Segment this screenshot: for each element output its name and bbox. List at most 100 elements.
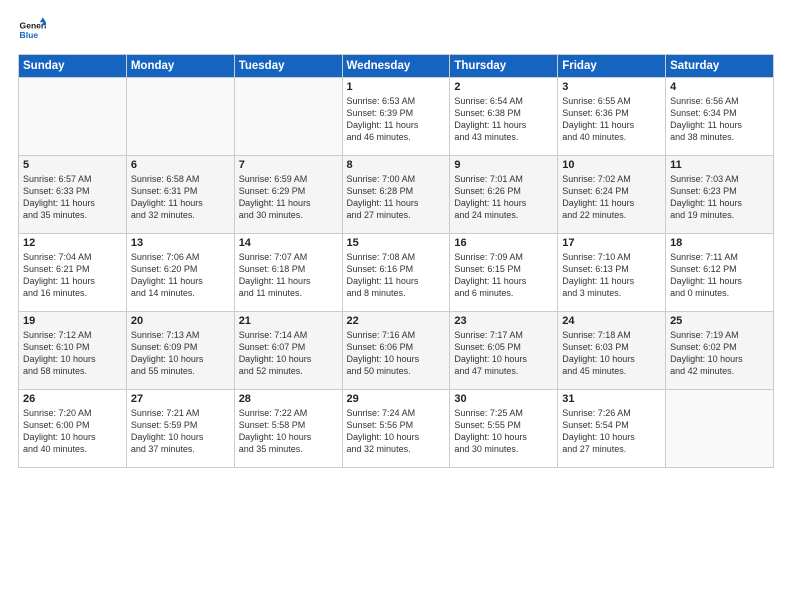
svg-text:Blue: Blue [20, 30, 39, 40]
day-info: Sunrise: 7:06 AM Sunset: 6:20 PM Dayligh… [131, 251, 230, 300]
day-info: Sunrise: 7:14 AM Sunset: 6:07 PM Dayligh… [239, 329, 338, 378]
calendar-cell: 28 Sunrise: 7:22 AM Sunset: 5:58 PM Dayli… [234, 390, 342, 468]
calendar-cell: 29 Sunrise: 7:24 AM Sunset: 5:56 PM Dayli… [342, 390, 450, 468]
calendar-cell: 5 Sunrise: 6:57 AM Sunset: 6:33 PM Daylig… [19, 156, 127, 234]
day-number: 26 [23, 393, 122, 405]
calendar-cell: 6 Sunrise: 6:58 AM Sunset: 6:31 PM Daylig… [126, 156, 234, 234]
day-number: 21 [239, 315, 338, 327]
day-info: Sunrise: 7:21 AM Sunset: 5:59 PM Dayligh… [131, 407, 230, 456]
calendar-cell: 3Sunrise: 6:55 AM Sunset: 6:36 PM Daylig… [558, 78, 666, 156]
day-info: Sunrise: 7:22 AM Sunset: 5:58 PM Dayligh… [239, 407, 338, 456]
day-number: 10 [562, 159, 661, 171]
day-number: 8 [347, 159, 446, 171]
day-info: Sunrise: 6:57 AM Sunset: 6:33 PM Dayligh… [23, 173, 122, 222]
day-number: 22 [347, 315, 446, 327]
day-number: 31 [562, 393, 661, 405]
calendar-cell [126, 78, 234, 156]
day-number: 17 [562, 237, 661, 249]
calendar-cell: 2 Sunrise: 6:54 AM Sunset: 6:38 PM Daylig… [450, 78, 558, 156]
day-number: 4 [670, 81, 769, 93]
calendar-cell [234, 78, 342, 156]
day-number: 5 [23, 159, 122, 171]
day-info: Sunrise: 6:53 AM Sunset: 6:39 PM Dayligh… [347, 95, 446, 144]
day-info: Sunrise: 6:54 AM Sunset: 6:38 PM Dayligh… [454, 95, 553, 144]
calendar-cell: 17Sunrise: 7:10 AM Sunset: 6:13 PM Dayli… [558, 234, 666, 312]
calendar-cell: 4 Sunrise: 6:56 AM Sunset: 6:34 PM Daylig… [666, 78, 774, 156]
logo-icon: General Blue [18, 16, 46, 44]
calendar-cell: 12 Sunrise: 7:04 AM Sunset: 6:21 PM Dayli… [19, 234, 127, 312]
weekday-tuesday: Tuesday [234, 55, 342, 78]
page: General Blue SundayMondayTuesdayWednesda… [0, 0, 792, 612]
calendar-cell: 7 Sunrise: 6:59 AM Sunset: 6:29 PM Daylig… [234, 156, 342, 234]
day-number: 13 [131, 237, 230, 249]
day-info: Sunrise: 7:07 AM Sunset: 6:18 PM Dayligh… [239, 251, 338, 300]
day-number: 12 [23, 237, 122, 249]
calendar-cell: 18 Sunrise: 7:11 AM Sunset: 6:12 PM Dayli… [666, 234, 774, 312]
day-info: Sunrise: 7:18 AM Sunset: 6:03 PM Dayligh… [562, 329, 661, 378]
day-info: Sunrise: 7:26 AM Sunset: 5:54 PM Dayligh… [562, 407, 661, 456]
calendar-cell [666, 390, 774, 468]
calendar-cell: 26 Sunrise: 7:20 AM Sunset: 6:00 PM Dayli… [19, 390, 127, 468]
day-info: Sunrise: 7:04 AM Sunset: 6:21 PM Dayligh… [23, 251, 122, 300]
calendar-cell: 22 Sunrise: 7:16 AM Sunset: 6:06 PM Dayli… [342, 312, 450, 390]
calendar-cell: 19 Sunrise: 7:12 AM Sunset: 6:10 PM Dayli… [19, 312, 127, 390]
day-number: 6 [131, 159, 230, 171]
day-number: 24 [562, 315, 661, 327]
calendar-cell: 11Sunrise: 7:03 AM Sunset: 6:23 PM Dayli… [666, 156, 774, 234]
day-number: 9 [454, 159, 553, 171]
calendar-cell: 1 Sunrise: 6:53 AM Sunset: 6:39 PM Daylig… [342, 78, 450, 156]
day-info: Sunrise: 7:24 AM Sunset: 5:56 PM Dayligh… [347, 407, 446, 456]
weekday-monday: Monday [126, 55, 234, 78]
week-row-4: 19 Sunrise: 7:12 AM Sunset: 6:10 PM Dayli… [19, 312, 774, 390]
calendar-cell: 21 Sunrise: 7:14 AM Sunset: 6:07 PM Dayli… [234, 312, 342, 390]
calendar-cell: 13 Sunrise: 7:06 AM Sunset: 6:20 PM Dayli… [126, 234, 234, 312]
day-info: Sunrise: 7:00 AM Sunset: 6:28 PM Dayligh… [347, 173, 446, 222]
weekday-wednesday: Wednesday [342, 55, 450, 78]
header: General Blue [18, 16, 774, 44]
week-row-3: 12 Sunrise: 7:04 AM Sunset: 6:21 PM Dayli… [19, 234, 774, 312]
day-info: Sunrise: 6:58 AM Sunset: 6:31 PM Dayligh… [131, 173, 230, 222]
calendar-cell: 24 Sunrise: 7:18 AM Sunset: 6:03 PM Dayli… [558, 312, 666, 390]
day-info: Sunrise: 7:17 AM Sunset: 6:05 PM Dayligh… [454, 329, 553, 378]
day-number: 16 [454, 237, 553, 249]
day-number: 1 [347, 81, 446, 93]
calendar-cell: 31 Sunrise: 7:26 AM Sunset: 5:54 PM Dayli… [558, 390, 666, 468]
day-info: Sunrise: 7:01 AM Sunset: 6:26 PM Dayligh… [454, 173, 553, 222]
week-row-5: 26 Sunrise: 7:20 AM Sunset: 6:00 PM Dayli… [19, 390, 774, 468]
day-number: 30 [454, 393, 553, 405]
day-number: 2 [454, 81, 553, 93]
week-row-2: 5 Sunrise: 6:57 AM Sunset: 6:33 PM Daylig… [19, 156, 774, 234]
day-number: 14 [239, 237, 338, 249]
day-info: Sunrise: 7:16 AM Sunset: 6:06 PM Dayligh… [347, 329, 446, 378]
day-number: 20 [131, 315, 230, 327]
day-info: Sunrise: 6:59 AM Sunset: 6:29 PM Dayligh… [239, 173, 338, 222]
day-number: 29 [347, 393, 446, 405]
day-number: 7 [239, 159, 338, 171]
day-number: 28 [239, 393, 338, 405]
weekday-thursday: Thursday [450, 55, 558, 78]
day-info: Sunrise: 6:56 AM Sunset: 6:34 PM Dayligh… [670, 95, 769, 144]
day-number: 3 [562, 81, 661, 93]
calendar-cell: 14 Sunrise: 7:07 AM Sunset: 6:18 PM Dayli… [234, 234, 342, 312]
day-info: Sunrise: 7:12 AM Sunset: 6:10 PM Dayligh… [23, 329, 122, 378]
day-number: 27 [131, 393, 230, 405]
day-info: Sunrise: 7:08 AM Sunset: 6:16 PM Dayligh… [347, 251, 446, 300]
weekday-sunday: Sunday [19, 55, 127, 78]
day-number: 11 [670, 159, 769, 171]
day-number: 25 [670, 315, 769, 327]
calendar-cell: 27 Sunrise: 7:21 AM Sunset: 5:59 PM Dayli… [126, 390, 234, 468]
day-info: Sunrise: 7:02 AM Sunset: 6:24 PM Dayligh… [562, 173, 661, 222]
calendar-cell: 20 Sunrise: 7:13 AM Sunset: 6:09 PM Dayli… [126, 312, 234, 390]
weekday-header-row: SundayMondayTuesdayWednesdayThursdayFrid… [19, 55, 774, 78]
calendar-cell: 23Sunrise: 7:17 AM Sunset: 6:05 PM Dayli… [450, 312, 558, 390]
day-number: 18 [670, 237, 769, 249]
weekday-friday: Friday [558, 55, 666, 78]
day-info: Sunrise: 7:20 AM Sunset: 6:00 PM Dayligh… [23, 407, 122, 456]
calendar-cell: 10 Sunrise: 7:02 AM Sunset: 6:24 PM Dayli… [558, 156, 666, 234]
day-info: Sunrise: 7:13 AM Sunset: 6:09 PM Dayligh… [131, 329, 230, 378]
day-info: Sunrise: 7:11 AM Sunset: 6:12 PM Dayligh… [670, 251, 769, 300]
day-number: 19 [23, 315, 122, 327]
day-info: Sunrise: 7:25 AM Sunset: 5:55 PM Dayligh… [454, 407, 553, 456]
week-row-1: 1 Sunrise: 6:53 AM Sunset: 6:39 PM Daylig… [19, 78, 774, 156]
day-info: Sunrise: 7:09 AM Sunset: 6:15 PM Dayligh… [454, 251, 553, 300]
